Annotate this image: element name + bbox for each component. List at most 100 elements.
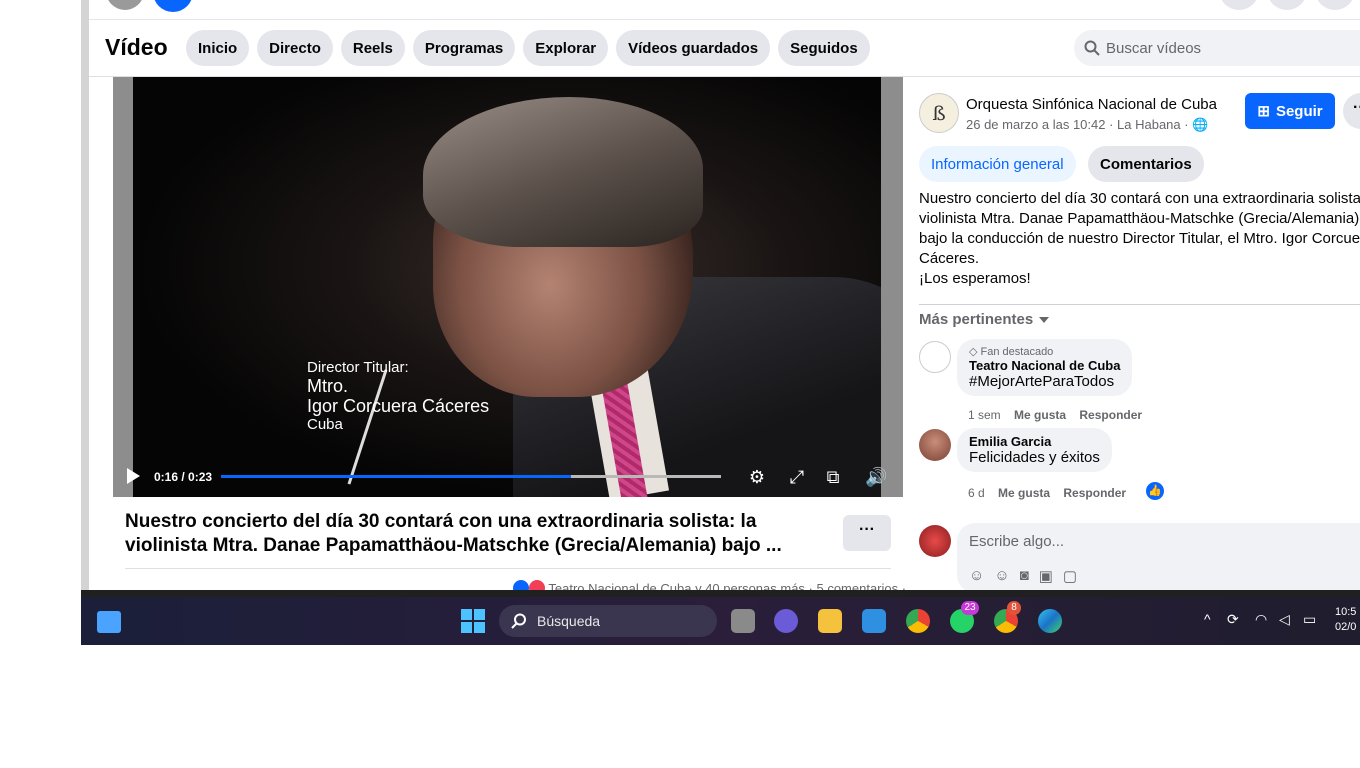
sort-label: Más pertinentes bbox=[919, 311, 1034, 328]
video-caption: Director Titular: Mtro. Igor Corcuera Cá… bbox=[307, 359, 489, 433]
page-avatar[interactable]: ß bbox=[919, 93, 959, 133]
comment-bubble: Emilia Garcia Felicidades y éxitos bbox=[957, 428, 1112, 472]
comment-composer[interactable]: Escribe algo... ☺ ☺ ◙ ▣ ▢ bbox=[957, 523, 1360, 590]
chevron-down-icon bbox=[1039, 317, 1050, 323]
chevron-up-icon[interactable]: ^ bbox=[1204, 611, 1211, 627]
menu-icon[interactable] bbox=[1219, 0, 1259, 10]
tab-informacion-general[interactable]: Información general bbox=[919, 146, 1076, 182]
left-gap bbox=[81, 0, 89, 590]
comment-avatar[interactable] bbox=[919, 341, 951, 373]
desc-line-5: ¡Los esperamos! bbox=[919, 270, 1031, 287]
avatar-sticker-icon[interactable]: ☺ bbox=[969, 567, 984, 585]
notifications-icon[interactable] bbox=[1315, 0, 1355, 10]
desc-line-3: bajo la conducción de nuestro Director T… bbox=[919, 230, 1360, 247]
windows-taskbar: Búsqueda 23 8 ^ ⟳ ◠ ◁ ▭ 10:5 02/0 bbox=[81, 597, 1360, 645]
facebook-logo-icon[interactable] bbox=[153, 0, 193, 12]
browser-window: Vídeo Inicio Directo Reels Programas Exp… bbox=[89, 0, 1360, 590]
comment-time[interactable]: 1 sem bbox=[968, 408, 1001, 422]
sync-icon[interactable]: ⟳ bbox=[1227, 611, 1239, 628]
tab-comentarios[interactable]: Comentarios bbox=[1088, 146, 1204, 182]
battery-icon[interactable]: ▭ bbox=[1303, 611, 1316, 628]
clock[interactable]: 10:5 02/0 bbox=[1335, 605, 1356, 635]
video-title: Nuestro concierto del día 30 contará con… bbox=[125, 511, 782, 556]
emoji-icon[interactable]: ☺ bbox=[994, 567, 1009, 585]
comment-reply-link[interactable]: Responder bbox=[1063, 486, 1126, 500]
video-frame: Director Titular: Mtro. Igor Corcuera Cá… bbox=[133, 77, 881, 497]
video-tabs: Inicio Directo Reels Programas Explorar … bbox=[186, 30, 870, 66]
tab-directo[interactable]: Directo bbox=[257, 30, 333, 66]
sticker-icon[interactable]: ▢ bbox=[1063, 567, 1077, 585]
like-reaction-icon: 👍 bbox=[1146, 482, 1164, 500]
tab-videos-guardados[interactable]: Vídeos guardados bbox=[616, 30, 771, 66]
page-name[interactable]: Orquesta Sinfónica Nacional de Cuba bbox=[966, 96, 1217, 113]
screen: Vídeo Inicio Directo Reels Programas Exp… bbox=[81, 0, 1360, 645]
taskbar-search[interactable]: Búsqueda bbox=[499, 605, 717, 637]
comment-like-link[interactable]: Me gusta bbox=[1014, 408, 1066, 422]
comment-text: Felicidades y éxitos bbox=[969, 449, 1100, 466]
comment-reply-link[interactable]: Responder bbox=[1079, 408, 1142, 422]
widgets-icon[interactable] bbox=[97, 611, 121, 633]
video-more-button[interactable]: ··· bbox=[843, 515, 891, 551]
tab-inicio[interactable]: Inicio bbox=[186, 30, 250, 66]
comment-meta: 1 sem Me gusta Responder bbox=[968, 408, 1142, 422]
miniplayer-icon[interactable]: ⧉ bbox=[823, 467, 843, 487]
clock-time: 10:5 bbox=[1335, 606, 1357, 618]
tab-explorar[interactable]: Explorar bbox=[523, 30, 609, 66]
tab-reels[interactable]: Reels bbox=[340, 30, 405, 66]
wifi-icon[interactable]: ◠ bbox=[1255, 611, 1267, 628]
follow-label: Seguir bbox=[1275, 102, 1323, 120]
comment-time[interactable]: 6 d bbox=[968, 486, 985, 500]
comment-avatar[interactable] bbox=[919, 429, 951, 461]
windows-start-icon[interactable] bbox=[461, 609, 485, 633]
hair-shape bbox=[423, 97, 703, 247]
camera-icon[interactable]: ◙ bbox=[1020, 567, 1029, 585]
progress-bar[interactable] bbox=[221, 475, 721, 478]
comment-meta: 6 d Me gusta Responder bbox=[968, 486, 1126, 500]
user-avatar bbox=[919, 525, 951, 557]
post-meta-text: 26 de marzo a las 10:42 · La Habana · bbox=[966, 117, 1189, 132]
caption-line-4: Cuba bbox=[307, 416, 343, 433]
task-view-icon[interactable] bbox=[731, 609, 755, 633]
fullscreen-icon[interactable]: ⤢ bbox=[787, 467, 807, 487]
desc-line-1: Nuestro concierto del día 30 contará con… bbox=[919, 190, 1360, 207]
search-input[interactable]: Buscar vídeos bbox=[1074, 30, 1360, 66]
comment-author[interactable]: Teatro Nacional de Cuba bbox=[969, 358, 1120, 373]
profile-avatar[interactable] bbox=[106, 0, 144, 10]
follow-button[interactable]: ⊞ Seguir bbox=[1245, 93, 1335, 129]
post-meta: 26 de marzo a las 10:42 · La Habana · 🌐 bbox=[966, 117, 1208, 133]
tab-seguidos[interactable]: Seguidos bbox=[778, 30, 870, 66]
settings-gear-icon[interactable]: ⚙ bbox=[747, 467, 767, 487]
notepad-icon[interactable] bbox=[862, 609, 886, 633]
post-more-button[interactable]: ··· bbox=[1343, 93, 1360, 129]
reactions-summary[interactable]: Teatro Nacional de Cuba y 40 personas má… bbox=[513, 580, 906, 590]
file-explorer-icon[interactable] bbox=[818, 609, 842, 633]
comment-bubble: ◇ Fan destacado Teatro Nacional de Cuba … bbox=[957, 339, 1133, 396]
facebook-top-bar bbox=[89, 0, 1360, 20]
messenger-icon[interactable] bbox=[1267, 0, 1307, 10]
fan-badge: ◇ Fan destacado bbox=[969, 345, 1120, 358]
chrome-icon[interactable] bbox=[906, 609, 930, 633]
divider bbox=[919, 304, 1360, 305]
chrome-badge: 8 bbox=[1007, 601, 1021, 615]
gif-icon[interactable]: ▣ bbox=[1039, 567, 1053, 585]
whatsapp-badge: 23 bbox=[961, 601, 979, 615]
volume-icon[interactable]: ◁ bbox=[1279, 611, 1290, 628]
post-panel: ß Orquesta Sinfónica Nacional de Cuba 26… bbox=[907, 77, 1360, 590]
globe-icon: 🌐 bbox=[1192, 117, 1209, 132]
volume-icon[interactable]: 🔊 bbox=[865, 467, 887, 487]
edge-icon[interactable] bbox=[1038, 609, 1062, 633]
caption-line-3: Igor Corcuera Cáceres bbox=[307, 396, 490, 416]
caption-line-2: Mtro. bbox=[307, 376, 349, 396]
tab-programas[interactable]: Programas bbox=[412, 30, 516, 66]
comment-text: #MejorArteParaTodos bbox=[969, 373, 1115, 390]
comment-like-link[interactable]: Me gusta bbox=[998, 486, 1050, 500]
teams-icon[interactable] bbox=[774, 609, 798, 633]
video-time: 0:16 / 0:23 bbox=[154, 470, 213, 484]
video-controls: 0:16 / 0:23 ⚙ ⤢ ⧉ 🔊 bbox=[113, 459, 903, 497]
composer-placeholder: Escribe algo... bbox=[969, 533, 1065, 550]
search-icon bbox=[511, 613, 526, 629]
video-player[interactable]: Director Titular: Mtro. Igor Corcuera Cá… bbox=[113, 77, 903, 497]
play-icon[interactable] bbox=[127, 468, 140, 484]
sort-comments-dropdown[interactable]: Más pertinentes bbox=[919, 311, 1050, 328]
comment-author[interactable]: Emilia Garcia bbox=[969, 434, 1100, 449]
